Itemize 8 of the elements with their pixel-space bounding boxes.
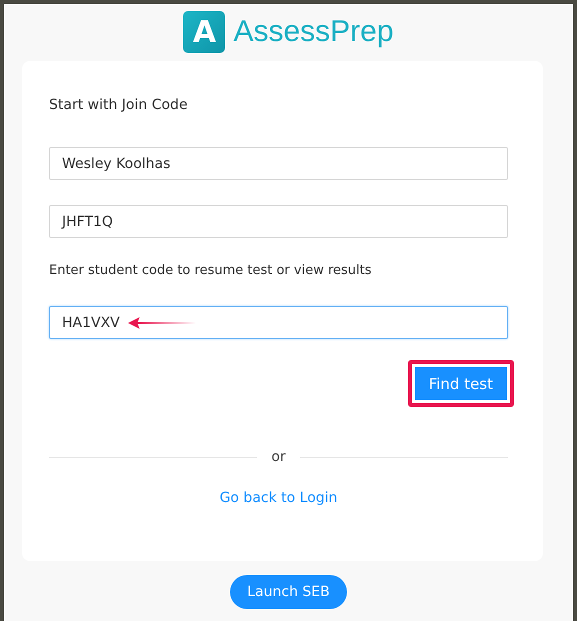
input-field[interactable]: JHFT1Q	[49, 205, 508, 238]
logo-icon: A	[183, 11, 226, 53]
instruction-text: Enter student code to resume test or view results	[49, 263, 373, 278]
card-title: Start with Join Code	[49, 97, 189, 113]
input-field[interactable]: Wesley Koolhas	[49, 147, 508, 180]
logo-text: AssessPrep	[233, 15, 394, 49]
divider-text: or	[271, 449, 286, 465]
input-field[interactable]: HA1VXV	[49, 306, 508, 339]
